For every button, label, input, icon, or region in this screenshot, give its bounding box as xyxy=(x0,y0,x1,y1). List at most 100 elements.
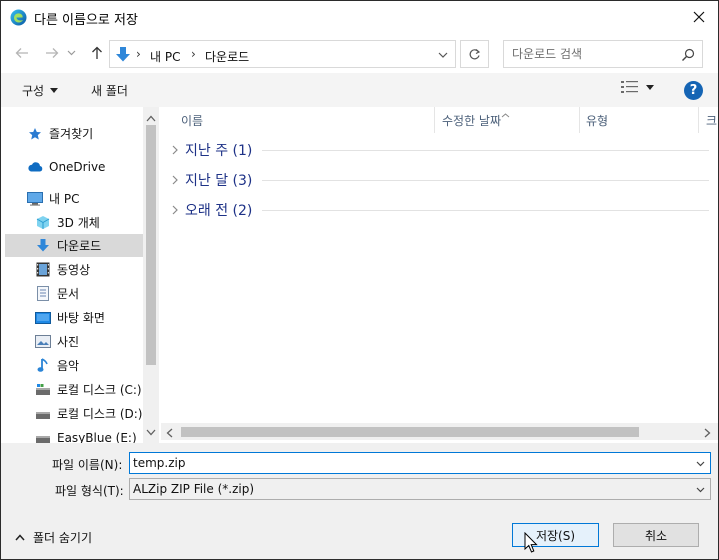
close-icon xyxy=(693,11,705,23)
sidebar-item-easyblue-e[interactable]: EasyBlue (E:) xyxy=(5,426,143,443)
address-bar[interactable]: › 내 PC › 다운로드 xyxy=(109,40,456,68)
scroll-left-icon[interactable] xyxy=(166,427,173,441)
cancel-button[interactable]: 취소 xyxy=(613,523,699,547)
chevron-down-icon xyxy=(67,50,75,56)
caret-down-icon xyxy=(50,88,59,93)
filetype-value: ALZip ZIP File (*.zip) xyxy=(133,482,255,496)
column-header-size[interactable]: 크 xyxy=(706,107,717,133)
column-divider[interactable] xyxy=(698,107,699,133)
chevron-down-icon xyxy=(438,52,448,58)
sidebar-item-onedrive[interactable]: OneDrive xyxy=(5,155,143,178)
scroll-down-icon[interactable] xyxy=(146,425,156,439)
sidebar-item-label: EasyBlue (E:) xyxy=(57,430,137,444)
title-bar: 다른 이름으로 저장 xyxy=(1,1,718,33)
cube-icon xyxy=(35,215,51,231)
sidebar-item-my-pc[interactable]: 내 PC xyxy=(5,187,143,210)
help-button[interactable]: ? xyxy=(684,81,703,100)
group-header-last-month[interactable]: 지난 달 (3) xyxy=(169,168,709,192)
sidebar-item-local-disk-c[interactable]: 로컬 디스크 (C:) xyxy=(5,378,143,401)
sidebar-item-favorites[interactable]: 즐겨찾기 xyxy=(5,122,143,145)
forward-button[interactable] xyxy=(41,41,63,65)
sidebar-item-music[interactable]: 음악 xyxy=(5,354,143,377)
sidebar-item-local-disk-d[interactable]: 로컬 디스크 (D:) xyxy=(5,402,143,425)
close-button[interactable] xyxy=(686,4,712,30)
group-label: 지난 달 (3) xyxy=(185,173,253,189)
filetype-select[interactable]: ALZip ZIP File (*.zip) xyxy=(129,478,711,500)
breadcrumb-separator: › xyxy=(191,47,196,61)
organize-button[interactable]: 구성 xyxy=(22,82,59,99)
group-divider xyxy=(262,209,709,211)
sidebar-item-pictures[interactable]: 사진 xyxy=(5,330,143,353)
sidebar-item-downloads[interactable]: 다운로드 xyxy=(5,234,143,257)
arrow-up-icon xyxy=(92,46,102,59)
sidebar-item-label: 음악 xyxy=(57,359,80,373)
hide-folders-toggle[interactable]: 폴더 숨기기 xyxy=(15,529,92,546)
column-header-type[interactable]: 유형 xyxy=(586,107,608,133)
desktop-icon xyxy=(35,310,51,326)
search-box[interactable] xyxy=(503,40,703,68)
sidebar-scrollbar[interactable] xyxy=(143,107,159,443)
navigation-bar: › 내 PC › 다운로드 xyxy=(1,35,718,71)
drive-icon xyxy=(35,430,51,444)
document-icon xyxy=(35,286,51,302)
save-options-panel: 파일 이름(N): temp.zip 파일 형식(T): ALZip ZIP F… xyxy=(1,443,718,559)
breadcrumb-separator: › xyxy=(136,47,141,61)
arrow-left-icon xyxy=(15,48,28,58)
search-icon xyxy=(681,48,695,62)
breadcrumb-downloads[interactable]: 다운로드 xyxy=(205,48,249,65)
command-bar: 구성 새 폴더 ? xyxy=(1,73,718,107)
column-header-name[interactable]: 이름 xyxy=(181,107,203,133)
group-label: 오래 전 (2) xyxy=(185,203,253,219)
address-dropdown-button[interactable] xyxy=(437,49,449,61)
sidebar-item-videos[interactable]: 동영상 xyxy=(5,258,143,281)
scroll-right-icon[interactable] xyxy=(704,427,711,441)
film-icon xyxy=(35,262,51,278)
drive-icon xyxy=(35,406,51,422)
sidebar-item-label: 즐겨찾기 xyxy=(49,127,94,141)
up-button[interactable] xyxy=(86,41,108,65)
sidebar-item-label: 문서 xyxy=(57,287,80,301)
sidebar-item-label: 사진 xyxy=(57,335,80,349)
horizontal-scroll-thumb[interactable] xyxy=(181,427,639,437)
download-icon xyxy=(35,238,51,254)
sidebar-item-documents[interactable]: 문서 xyxy=(5,282,143,305)
back-button[interactable] xyxy=(11,41,33,65)
group-header-last-week[interactable]: 지난 주 (1) xyxy=(169,138,709,162)
cloud-icon xyxy=(27,159,43,175)
refresh-icon xyxy=(469,48,481,59)
filename-field[interactable]: temp.zip xyxy=(129,452,711,474)
file-list-horizontal-scrollbar[interactable] xyxy=(161,423,718,440)
refresh-button[interactable] xyxy=(460,40,489,68)
music-icon xyxy=(35,358,51,374)
change-view-button[interactable] xyxy=(621,81,654,93)
search-input[interactable] xyxy=(512,45,677,63)
sidebar-item-desktop[interactable]: 바탕 화면 xyxy=(5,306,143,329)
filetype-label: 파일 형식(T): xyxy=(55,484,124,498)
picture-icon xyxy=(35,334,51,350)
recent-locations-button[interactable] xyxy=(64,41,78,65)
caret-down-icon xyxy=(646,84,654,90)
chevron-right-icon xyxy=(172,175,178,185)
group-label: 지난 주 (1) xyxy=(185,143,253,159)
breadcrumb-my-pc[interactable]: 내 PC xyxy=(150,48,180,65)
details-view-icon xyxy=(621,81,638,93)
sidebar-item-label: 3D 개체 xyxy=(57,216,100,230)
chevron-down-icon[interactable] xyxy=(695,458,706,469)
sidebar-item-label: OneDrive xyxy=(49,159,106,174)
sort-ascending-icon xyxy=(501,107,510,121)
column-divider[interactable] xyxy=(434,107,435,133)
sidebar-item-3d-objects[interactable]: 3D 개체 xyxy=(5,211,143,234)
group-divider xyxy=(262,179,709,181)
group-divider xyxy=(262,149,709,151)
column-divider[interactable] xyxy=(579,107,580,133)
new-folder-button[interactable]: 새 폴더 xyxy=(91,82,128,99)
chevron-down-icon[interactable] xyxy=(695,484,706,495)
sidebar-scroll-thumb[interactable] xyxy=(146,125,156,365)
scroll-up-icon[interactable] xyxy=(146,111,156,125)
filename-label: 파일 이름(N): xyxy=(52,458,123,472)
mouse-cursor-icon xyxy=(524,531,538,554)
column-header-date-modified[interactable]: 수정한 날짜 xyxy=(442,107,501,133)
sidebar-item-label: 로컬 디스크 (C:) xyxy=(57,383,142,397)
chevron-up-icon xyxy=(15,534,25,541)
group-header-long-ago[interactable]: 오래 전 (2) xyxy=(169,198,709,222)
